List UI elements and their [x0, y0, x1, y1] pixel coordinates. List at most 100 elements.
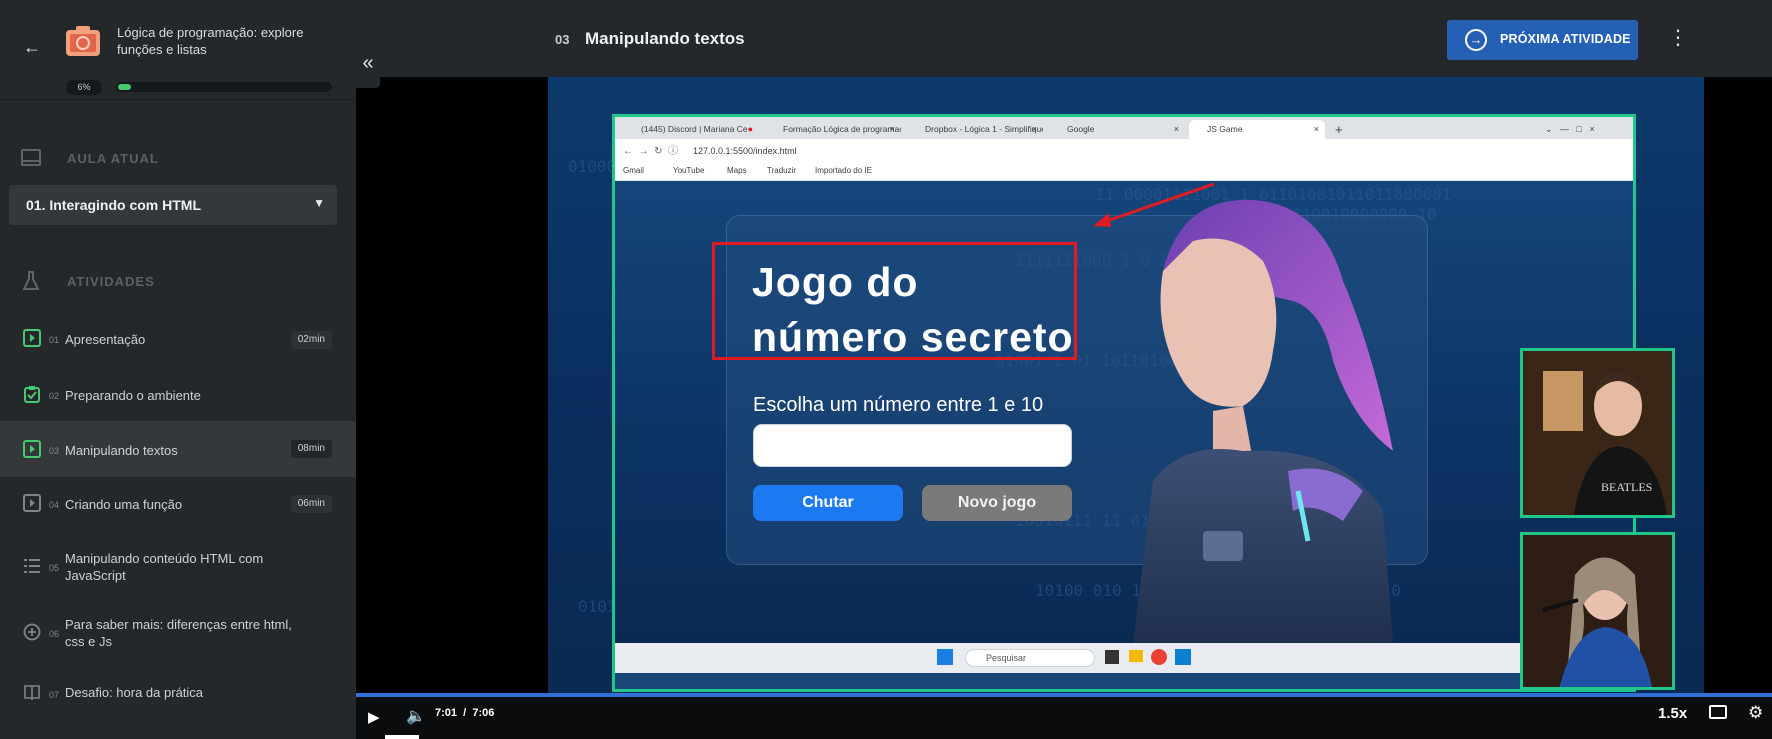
os-taskbar: Pesquisar — [615, 643, 1633, 673]
instructor-camera-1: BEATLES — [1520, 348, 1675, 518]
activity-label: Criando uma função — [65, 497, 183, 512]
guess-button: Chutar — [753, 485, 903, 521]
bookmarks-bar: Gmail YouTube Maps Traduzir Importado do… — [615, 163, 1633, 181]
activity-item-01[interactable]: 01 Apresentação 02min — [0, 324, 356, 356]
activity-item-04[interactable]: 04 Criando uma função 06min — [0, 488, 356, 520]
bookmark-item: Maps — [727, 166, 747, 175]
control-underline — [385, 735, 419, 739]
next-activity-button[interactable]: → PRÓXIMA ATIVIDADE — [1447, 20, 1638, 60]
browser-tab: Google × — [1067, 124, 1179, 134]
player-controls: ▶ 🔈 7:01 / 7:06 1.5x ⚙ — [356, 693, 1772, 739]
activity-num: 02 — [49, 391, 60, 401]
video-icon — [23, 494, 41, 512]
lesson-title: Manipulando textos — [585, 29, 745, 48]
screen-recording-browser: (1445) Discord | Mariana Ce ● Formação Ló… — [612, 114, 1636, 692]
chrome-icon — [1151, 649, 1167, 665]
flask-icon — [22, 271, 40, 290]
clipboard-icon — [24, 386, 40, 403]
course-progress-fill — [118, 84, 131, 90]
captions-icon[interactable] — [1709, 705, 1727, 719]
new-tab-icon: + — [1335, 122, 1343, 137]
back-arrow-icon[interactable]: ← — [20, 35, 44, 59]
activity-num: 03 — [49, 446, 60, 456]
book-open-icon — [21, 149, 41, 166]
browser-tab-active: JS Game × — [1189, 120, 1325, 139]
browser-tab-label: Dropbox - Lógica 1 - Simplifique — [925, 124, 1043, 134]
taskbar-search: Pesquisar — [965, 649, 1095, 667]
window-controls: ⌄ — □ × — [1545, 124, 1595, 134]
time-separator: / — [463, 707, 467, 719]
activity-label: Para saber mais: diferenças entre html, … — [65, 617, 292, 649]
course-badge-icon — [66, 26, 100, 56]
game-title: Jogo do número secreto — [752, 255, 1074, 365]
taskbar-app-icon — [1105, 650, 1119, 664]
next-activity-label: PRÓXIMA ATIVIDADE — [1500, 32, 1631, 46]
folder-icon — [1129, 650, 1143, 662]
nav-buttons-icon: ← → ↻ ⓘ — [623, 146, 679, 157]
volume-icon[interactable]: 🔈 — [406, 706, 426, 726]
lesson-dropdown[interactable]: 01. Interagindo com HTML ▼ — [9, 185, 337, 225]
progress-percent: 6% — [66, 80, 102, 95]
course-progress-bar — [116, 82, 332, 92]
more-options-icon[interactable]: ⋮ — [1668, 26, 1688, 52]
activity-item-03[interactable]: 03 Manipulando textos 08min — [0, 421, 356, 477]
list-icon — [24, 559, 40, 573]
seek-bar[interactable] — [356, 693, 1772, 697]
bookmark-item: Gmail — [623, 166, 644, 175]
browser-tab-label: Google — [1067, 124, 1095, 134]
browser-url: 127.0.0.1:5500/index.html — [693, 146, 797, 156]
bookmark-item: YouTube — [673, 166, 705, 175]
browser-tab-label: JS Game — [1207, 124, 1243, 134]
activity-label: Manipulando conteúdo HTML com JavaScript — [65, 551, 264, 583]
browser-tab: (1445) Discord | Mariana Ce ● — [641, 124, 753, 134]
activity-num: 05 — [49, 563, 60, 573]
game-page: 11 00001111001 1 01101001011011000001 01… — [615, 181, 1633, 643]
bookmark-item: Importado do IE — [815, 166, 872, 175]
activity-num: 06 — [49, 629, 60, 639]
video-icon — [23, 329, 41, 347]
instructor-1-video: BEATLES — [1523, 351, 1672, 515]
browser-tab-label: (1445) Discord | Mariana Ce — [641, 124, 748, 134]
time-total: 7:06 — [472, 707, 495, 719]
game-title-line-1: Jogo do — [752, 259, 919, 305]
game-prompt: Escolha um número entre 1 e 10 — [753, 394, 1044, 416]
instructor-camera-2 — [1520, 532, 1675, 690]
activity-label: Preparando o ambiente — [65, 388, 201, 403]
activity-label: Manipulando textos — [65, 443, 178, 458]
time-current: 7:01 — [435, 707, 458, 719]
arrow-right-circle-icon: → — [1465, 29, 1487, 51]
activity-num: 07 — [49, 690, 60, 700]
guess-input — [753, 424, 1072, 467]
gear-icon[interactable]: ⚙ — [1748, 703, 1763, 723]
chevron-down-icon: ▼ — [313, 196, 325, 210]
lesson-number: 03 — [555, 32, 570, 47]
activity-item-05[interactable]: 05 Manipulando conteúdo HTML com JavaScr… — [0, 545, 356, 585]
collapse-sidebar-icon[interactable]: « — [356, 38, 380, 88]
activity-item-02[interactable]: 02 Preparando o ambiente — [0, 378, 356, 410]
browser-tab: Formação Lógica de programaçã × — [765, 120, 901, 139]
activity-duration: 08min — [290, 440, 332, 458]
course-header: ← Lógica de programação: explore funções… — [0, 0, 356, 100]
plus-circle-icon — [23, 623, 41, 641]
time-display: 7:01 / 7:06 — [435, 707, 494, 719]
current-lesson-label: AULA ATUAL — [67, 151, 159, 166]
svg-text:BEATLES: BEATLES — [1601, 480, 1652, 494]
vscode-icon — [1175, 649, 1191, 665]
activity-item-07[interactable]: 07 Desafio: hora da prática — [0, 681, 356, 705]
course-sidebar: ← Lógica de programação: explore funções… — [0, 0, 356, 739]
instructor-2-video — [1523, 535, 1672, 687]
activity-item-06[interactable]: 06 Para saber mais: diferenças entre htm… — [0, 611, 356, 651]
playback-speed[interactable]: 1.5x — [1658, 705, 1687, 722]
activity-label: Apresentação — [65, 332, 146, 347]
activity-label: Desafio: hora da prática — [65, 685, 204, 700]
book-icon — [24, 685, 40, 701]
activity-num: 04 — [49, 500, 60, 510]
activity-duration: 06min — [290, 495, 332, 513]
browser-address-bar: ← → ↻ ⓘ 127.0.0.1:5500/index.html — [615, 139, 1633, 163]
activity-num: 01 — [49, 335, 60, 345]
video-icon — [23, 440, 41, 458]
lesson-dropdown-value: 01. Interagindo com HTML — [26, 197, 202, 213]
course-title: Lógica de programação: explore funções e… — [117, 25, 304, 57]
windows-start-icon — [937, 649, 953, 665]
play-icon[interactable]: ▶ — [368, 708, 380, 726]
